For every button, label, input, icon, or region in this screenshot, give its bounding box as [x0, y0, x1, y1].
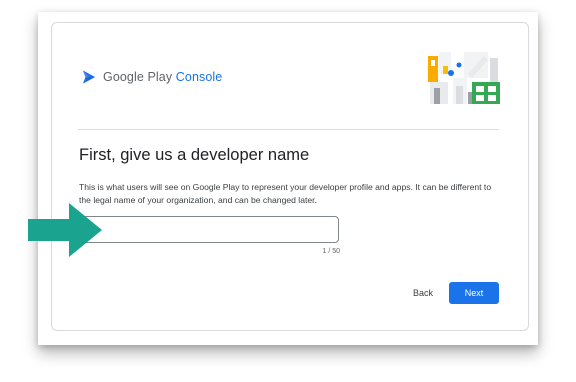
page-title: First, give us a developer name — [79, 146, 310, 164]
next-button[interactable]: Next — [449, 282, 499, 304]
character-counter: 1 / 50 — [322, 248, 340, 255]
play-console-logo: Google Play Console — [81, 69, 222, 85]
building-blocks-illustration — [428, 52, 500, 104]
google-play-console-icon — [83, 70, 95, 84]
arrow-right-icon — [28, 203, 102, 257]
back-button[interactable]: Back — [405, 282, 441, 304]
page-description: This is what users will see on Google Pl… — [79, 182, 492, 205]
brand-name: Google Play Console — [103, 70, 223, 84]
developer-name-input[interactable] — [80, 216, 339, 243]
header-divider — [78, 129, 499, 130]
